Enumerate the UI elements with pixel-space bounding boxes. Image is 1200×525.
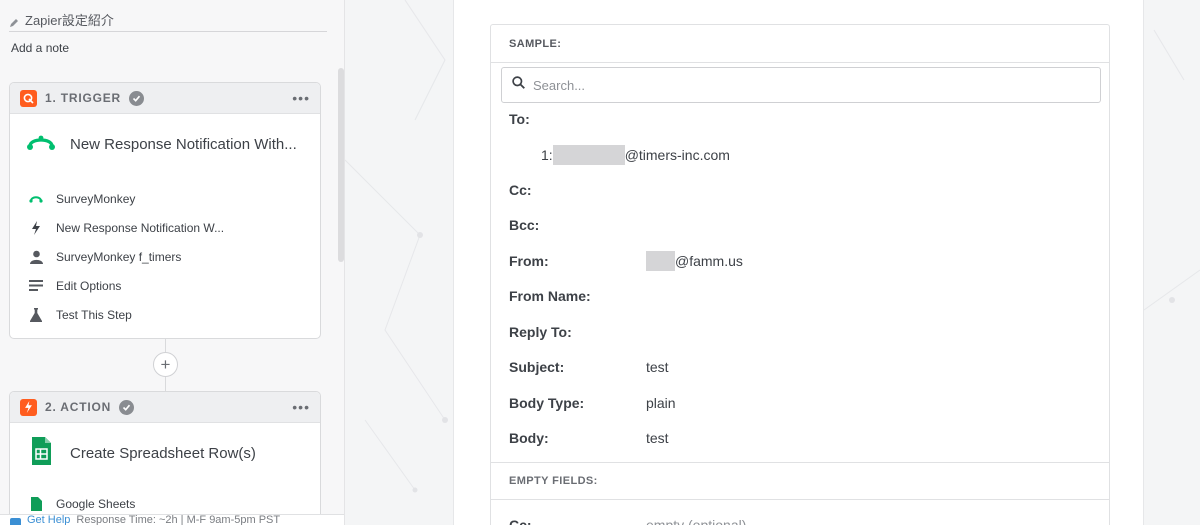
- field-cc: Cc:: [509, 182, 646, 198]
- trigger-step-label: 1. TRIGGER: [45, 91, 122, 105]
- user-icon: [28, 249, 44, 265]
- background-pattern-left: [345, 0, 448, 493]
- sample-box: SAMPLE: To: 1: @timers-inc.com Cc: Bcc: …: [490, 24, 1110, 525]
- action-step-card: 2. ACTION ••• Create Spreadsheet Row(s): [9, 391, 321, 525]
- search-input[interactable]: [533, 77, 1073, 93]
- field-from-label: From:: [509, 253, 549, 269]
- redacted-block: [552, 145, 625, 165]
- trigger-app-title: New Response Notification With...: [70, 135, 297, 153]
- trigger-item-account[interactable]: SurveyMonkey f_timers: [28, 242, 320, 271]
- redacted-block: [646, 251, 675, 271]
- field-cc-label: Cc:: [509, 182, 532, 198]
- sample-header: SAMPLE:: [491, 25, 1109, 63]
- field-from-domain: @famm.us: [675, 253, 743, 269]
- surveymonkey-icon: [28, 191, 44, 207]
- action-item-label: Google Sheets: [56, 496, 136, 511]
- field-from-name-label: From Name:: [509, 288, 591, 304]
- trigger-step-card: 1. TRIGGER ••• New Response Notification…: [9, 82, 321, 339]
- help-icon: [10, 518, 21, 525]
- action-step-header[interactable]: 2. ACTION •••: [10, 392, 320, 423]
- empty-fields-header: EMPTY FIELDS:: [491, 462, 1109, 500]
- field-to-item-index: 1:: [541, 147, 553, 163]
- field-to-item-domain: @timers-inc.com: [624, 147, 730, 163]
- field-subject: Subject: test: [509, 359, 669, 375]
- search-icon: [512, 76, 525, 94]
- empty-field-value: empty (optional): [646, 517, 747, 525]
- field-bcc: Bcc:: [509, 217, 646, 233]
- help-footer: Get Help Response Time: ~2h | M-F 9am-5p…: [0, 514, 344, 525]
- surveymonkey-logo-icon: [26, 132, 56, 157]
- sidebar-scrollbar[interactable]: [338, 68, 344, 262]
- field-body-label: Body:: [509, 430, 549, 446]
- empty-field-label: Cc:: [509, 517, 532, 525]
- field-reply-to: Reply To:: [509, 324, 646, 340]
- field-from: From: @famm.us: [509, 251, 743, 271]
- trigger-detail-list: SurveyMonkey New Response Notification W…: [10, 174, 320, 329]
- google-sheets-icon: [28, 496, 44, 512]
- field-body: Body: test: [509, 430, 669, 446]
- get-help-link[interactable]: Get Help: [27, 515, 70, 525]
- action-badge-icon: [20, 398, 37, 416]
- field-body-value: test: [646, 430, 669, 446]
- field-from-name: From Name:: [509, 288, 646, 304]
- trigger-step-header[interactable]: 1. TRIGGER •••: [10, 83, 320, 114]
- zap-title: Zapier設定紹介: [25, 13, 114, 28]
- trigger-item-label: New Response Notification W...: [56, 220, 225, 235]
- trigger-app-row[interactable]: New Response Notification With...: [10, 114, 320, 174]
- field-body-type-value: plain: [646, 395, 676, 411]
- add-step-button[interactable]: +: [153, 352, 178, 377]
- google-sheets-logo-icon: [26, 436, 56, 471]
- trigger-item-test[interactable]: Test This Step: [28, 300, 320, 329]
- trigger-more-menu-icon[interactable]: •••: [292, 90, 310, 106]
- trigger-item-app[interactable]: SurveyMonkey: [28, 184, 320, 213]
- empty-field-row: Cc: empty (optional): [509, 517, 746, 525]
- sample-search-box[interactable]: [501, 67, 1101, 103]
- trigger-item-label: Edit Options: [56, 278, 122, 293]
- field-subject-label: Subject:: [509, 359, 565, 375]
- field-body-type: Body Type: plain: [509, 395, 676, 411]
- zap-title-field[interactable]: Zapier設定紹介: [9, 8, 327, 32]
- action-app-title: Create Spreadsheet Row(s): [70, 444, 256, 462]
- sample-data-panel: SAMPLE: To: 1: @timers-inc.com Cc: Bcc: …: [453, 0, 1144, 525]
- trigger-item-label: SurveyMonkey f_timers: [56, 249, 182, 264]
- trigger-item-label: SurveyMonkey: [56, 191, 136, 206]
- trigger-item-options[interactable]: Edit Options: [28, 271, 320, 300]
- field-to-label: To:: [509, 111, 530, 127]
- field-subject-value: test: [646, 359, 669, 375]
- field-bcc-label: Bcc:: [509, 217, 540, 233]
- field-to: To:: [509, 111, 646, 127]
- background-pattern-right: [1144, 29, 1200, 311]
- action-app-row[interactable]: Create Spreadsheet Row(s): [10, 423, 320, 483]
- trigger-item-label: Test This Step: [56, 307, 132, 322]
- response-time-text: Response Time: ~2h | M-F 9am-5pm PST: [76, 514, 281, 525]
- flask-icon: [28, 307, 44, 323]
- trigger-item-event[interactable]: New Response Notification W...: [28, 213, 320, 242]
- field-reply-to-label: Reply To:: [509, 324, 572, 340]
- pencil-icon: [9, 15, 19, 27]
- list-icon: [28, 278, 44, 294]
- check-icon: [119, 399, 135, 415]
- zap-editor-sidebar: Zapier設定紹介 Add a note 1. TRIGGER ••• New…: [0, 0, 345, 525]
- field-from-value: @famm.us: [646, 251, 743, 271]
- field-body-type-label: Body Type:: [509, 395, 585, 411]
- check-icon: [129, 90, 145, 106]
- lightning-icon: [28, 220, 44, 236]
- field-to-item: 1: @timers-inc.com: [541, 145, 730, 165]
- action-detail-list: Google Sheets: [10, 483, 320, 518]
- action-more-menu-icon[interactable]: •••: [292, 399, 310, 415]
- add-note-link[interactable]: Add a note: [11, 41, 69, 55]
- trigger-badge-icon: [20, 89, 37, 107]
- action-step-label: 2. ACTION: [45, 400, 112, 414]
